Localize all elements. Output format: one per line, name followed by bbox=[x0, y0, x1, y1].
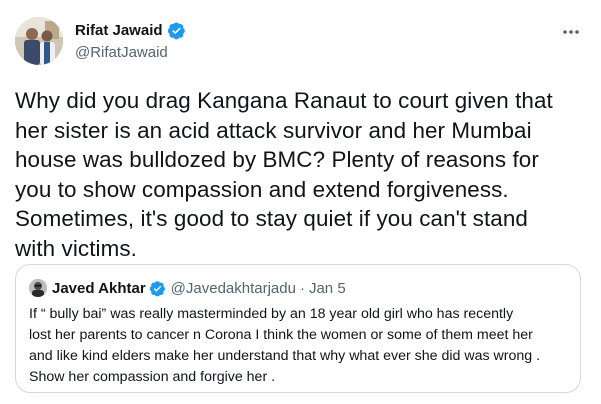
dot-separator: · bbox=[299, 279, 305, 297]
quoted-author-display-name: Javed Akhtar bbox=[52, 279, 146, 297]
tweet-text-line: house was bulldozed by BMC? Plenty of re… bbox=[15, 147, 539, 172]
verified-badge-icon bbox=[167, 21, 186, 40]
quoted-author-avatar bbox=[29, 279, 47, 297]
author-block: Rifat Jawaid @RifatJawaid bbox=[75, 20, 186, 64]
quoted-tweet-text-line: lost her parents to cancer n Corona I th… bbox=[29, 327, 533, 343]
tweet-text-line: with victims. bbox=[15, 235, 137, 261]
tweet-text-line: her sister is an acid attack survivor an… bbox=[15, 117, 532, 143]
more-options-button[interactable] bbox=[556, 22, 586, 42]
profile-photo-icon bbox=[15, 17, 63, 65]
profile-photo-icon bbox=[29, 279, 47, 297]
quoted-tweet-text-line: and like kind elders make her understand… bbox=[29, 348, 541, 364]
quoted-tweet-header: Javed Akhtar @Javedakhtarjadu · Jan 5 bbox=[29, 278, 346, 298]
author-display-name[interactable]: Rifat Jawaid bbox=[75, 22, 163, 39]
tweet-text: Why did you drag Kangana Ranaut to court… bbox=[15, 86, 587, 263]
quoted-tweet-date: Jan 5 bbox=[308, 279, 346, 297]
quoted-tweet-text-line: Show her compassion and forgive her . bbox=[29, 369, 276, 385]
tweet-text-line: you to show compassion and extend forgiv… bbox=[15, 176, 509, 202]
tweet-text-line: Sometimes, it's good to stay quiet if yo… bbox=[15, 206, 528, 231]
tweet-card[interactable]: Rifat Jawaid @RifatJawaid Why did you dr… bbox=[0, 0, 601, 404]
author-avatar[interactable] bbox=[15, 17, 63, 65]
quoted-author-handle: @Javedakhtarjadu bbox=[170, 279, 296, 297]
tweet-text-line: Why did you drag Kangana Ranaut to court… bbox=[15, 88, 553, 113]
more-dots-icon bbox=[563, 30, 579, 34]
quoted-tweet-text-line: If “ bully bai” was really masterminded … bbox=[29, 306, 514, 322]
quoted-tweet-text: If “ bully bai” was really masterminded … bbox=[29, 304, 574, 388]
quoted-tweet-card[interactable]: Javed Akhtar @Javedakhtarjadu · Jan 5 If… bbox=[15, 264, 581, 393]
verified-badge-icon bbox=[149, 280, 166, 297]
author-handle[interactable]: @RifatJawaid bbox=[75, 44, 186, 64]
